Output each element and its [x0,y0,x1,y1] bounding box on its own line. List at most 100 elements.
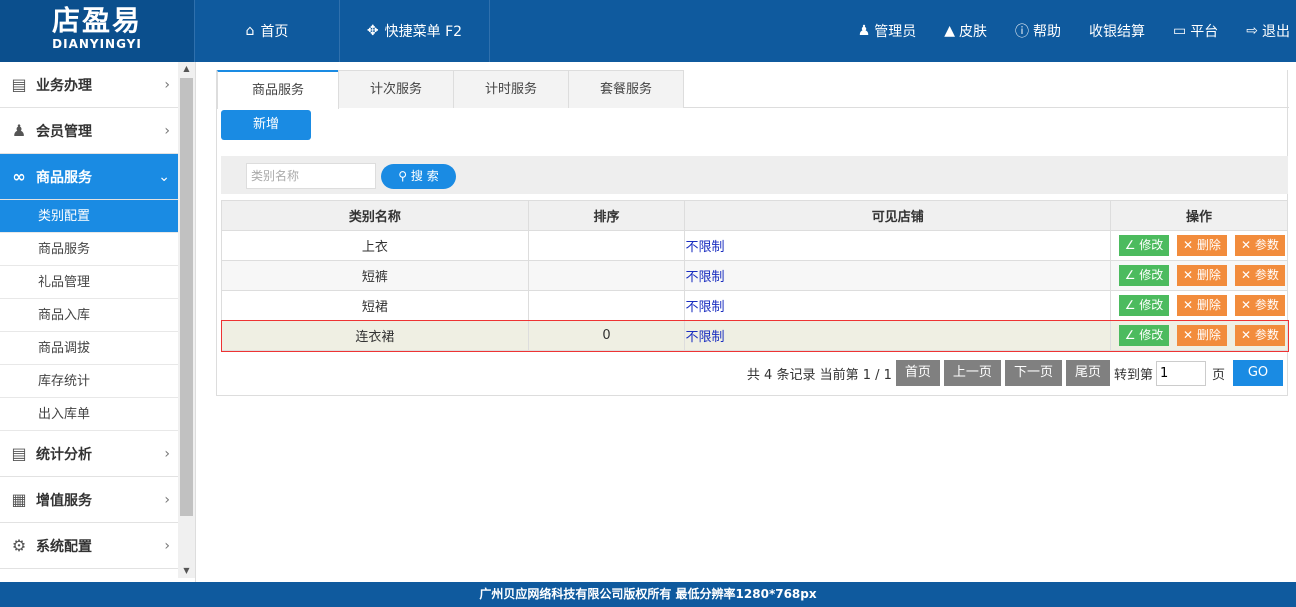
scroll-down-icon[interactable]: ▼ [178,564,195,578]
sidebar-sub-transfer[interactable]: 商品调拔 [0,332,178,365]
sidebar-item-label: 会员管理 [36,123,92,140]
scroll-up-icon[interactable]: ▲ [178,62,195,76]
delete-button[interactable]: ✕ 删除 [1177,295,1227,316]
col-order-header: 排序 [527,200,686,231]
member-icon: ♟ [11,121,27,140]
tab-package-service[interactable]: 套餐服务 [568,70,684,108]
next-page-button[interactable]: 下一页 [1004,360,1062,386]
param-button[interactable]: ✕ 参数 [1235,265,1285,286]
page-input[interactable]: 1 [1155,360,1206,386]
edit-button[interactable]: ∠ 修改 [1119,325,1169,346]
delete-label: 删除 [1196,298,1221,312]
param-button[interactable]: ✕ 参数 [1235,325,1285,346]
sidebar-item-value-added[interactable]: ▦ 增值服务 › [0,477,178,523]
cell-ops: ∠ 修改 ✕ 删除 ✕ 参数 [1109,290,1289,321]
go-button[interactable]: GO [1233,360,1283,386]
checkout-label: 收银结算 [1089,24,1146,40]
skin-link[interactable]: ▲ 皮肤 [944,21,987,41]
search-input[interactable]: 类别名称 [246,163,376,189]
sidebar-item-statistics[interactable]: ▤ 统计分析 › [0,431,178,477]
edit-button[interactable]: ∠ 修改 [1119,265,1169,286]
edit-label: 修改 [1139,328,1164,342]
pagination: 共 4 条记录 当前第 1 / 1 首页 上一页 下一页 尾页 转到第 1 页 … [747,360,1283,386]
sidebar-sub-category-config[interactable]: 类别配置 [0,200,178,233]
logout-link[interactable]: ⇨ 退出 [1246,21,1290,41]
search-icon: ⚲ [398,169,408,183]
cell-name: 连衣裙 [221,320,529,351]
delete-button[interactable]: ✕ 删除 [1177,235,1227,256]
stats-icon: ▤ [11,444,27,463]
add-button[interactable]: 新增 [221,110,311,140]
sidebar-item-label: 增值服务 [36,492,92,509]
delete-label: 删除 [1196,238,1221,252]
param-button[interactable]: ✕ 参数 [1235,295,1285,316]
sidebar-item-system-config[interactable]: ⚙ 系统配置 › [0,523,178,569]
help-link[interactable]: ⓘ 帮助 [1015,21,1061,41]
sidebar-item-members[interactable]: ♟ 会员管理 › [0,108,178,154]
sidebar-item-label: 系统配置 [36,538,92,555]
table-row[interactable]: 上衣 不限制 ∠ 修改 ✕ 删除 ✕ 参数 [221,230,1289,261]
sidebar-item-products[interactable]: ∞ 商品服务 ⌄ [0,154,178,200]
chevron-right-icon: › [164,122,170,139]
table-row-selected[interactable]: 连衣裙 0 不限制 ∠ 修改 ✕ 删除 ✕ 参数 [220,319,1289,352]
delete-button[interactable]: ✕ 删除 [1177,325,1227,346]
search-button-label: 搜 索 [410,169,439,183]
sidebar-sub-inventory-stats[interactable]: 库存统计 [0,365,178,398]
admin-link[interactable]: ♟ 管理员 [858,21,917,41]
sidebar-item-business[interactable]: ▤ 业务办理 › [0,62,178,108]
page-unit: 页 [1211,367,1225,383]
help-icon: ⓘ [1015,24,1030,40]
chevron-right-icon: › [164,76,170,93]
edit-label: 修改 [1139,268,1164,282]
last-page-button[interactable]: 尾页 [1065,360,1110,386]
app-logo[interactable]: 店盈易 DIANYINGYI [0,0,194,62]
tab-time-service[interactable]: 计时服务 [453,70,569,108]
logo-subtitle: DIANYINGYI [52,37,142,51]
top-header: 店盈易 DIANYINGYI ⌂ 首页 ✥ 快捷菜单 F2 ♟ 管理员 ▲ 皮肤… [0,0,1296,62]
tab-count-service[interactable]: 计次服务 [338,70,454,108]
right-nav: ♟ 管理员 ▲ 皮肤 ⓘ 帮助 收银结算 ▭ 平台 ⇨ 退出 [830,0,1290,62]
cell-shop: 不限制 [684,260,1111,291]
sidebar-menu: ▤ 业务办理 › ♟ 会员管理 › ∞ 商品服务 ⌄ 类别配置 商品服务 礼品管… [0,62,178,569]
table-row[interactable]: 短裤 不限制 ∠ 修改 ✕ 删除 ✕ 参数 [221,260,1289,291]
tab-product-service[interactable]: 商品服务 [217,70,339,109]
chevron-right-icon: › [164,491,170,508]
sidebar-sub-stock-in[interactable]: 商品入库 [0,299,178,332]
nav-quick-menu[interactable]: ✥ 快捷菜单 F2 [340,0,490,62]
checkout-link[interactable]: 收银结算 [1089,21,1145,41]
close-icon: ✕ [1241,238,1255,252]
sidebar-sub-stock-orders[interactable]: 出入库单 [0,398,178,431]
sidebar-item-label: 统计分析 [36,446,92,463]
edit-button[interactable]: ∠ 修改 [1119,295,1169,316]
platform-link[interactable]: ▭ 平台 [1173,21,1218,41]
map-icon: ▦ [11,490,27,509]
cell-name: 短裙 [221,290,529,321]
cell-shop: 不限制 [684,320,1111,351]
sidebar-sub-product-service[interactable]: 商品服务 [0,233,178,266]
cell-name: 上衣 [221,230,529,261]
cell-ops: ∠ 修改 ✕ 删除 ✕ 参数 [1109,320,1289,351]
shirt-icon: ▲ [944,23,956,39]
close-icon: ✕ [1183,238,1197,252]
search-bar: 类别名称 ⚲ 搜 索 [221,156,1288,194]
close-icon: ✕ [1183,268,1197,282]
nav-quick-menu-label: 快捷菜单 F2 [384,24,463,40]
nav-home[interactable]: ⌂ 首页 [194,0,340,62]
nav-home-label: 首页 [260,24,289,40]
table-row[interactable]: 短裙 不限制 ∠ 修改 ✕ 删除 ✕ 参数 [221,290,1289,321]
goto-label: 转到第 [1113,367,1153,383]
first-page-button[interactable]: 首页 [895,360,940,386]
param-button[interactable]: ✕ 参数 [1235,235,1285,256]
sidebar-scrollbar[interactable]: ▲ ▼ [178,62,195,578]
chevron-right-icon: › [164,445,170,462]
prev-page-button[interactable]: 上一页 [943,360,1001,386]
scroll-thumb[interactable] [180,78,193,516]
sidebar-sub-gift-management[interactable]: 礼品管理 [0,266,178,299]
col-name-header: 类别名称 [221,200,529,231]
search-button[interactable]: ⚲ 搜 索 [381,164,456,189]
edit-button[interactable]: ∠ 修改 [1119,235,1169,256]
close-icon: ✕ [1183,298,1197,312]
cell-ops: ∠ 修改 ✕ 删除 ✕ 参数 [1109,230,1289,261]
close-icon: ✕ [1241,328,1255,342]
delete-button[interactable]: ✕ 删除 [1177,265,1227,286]
